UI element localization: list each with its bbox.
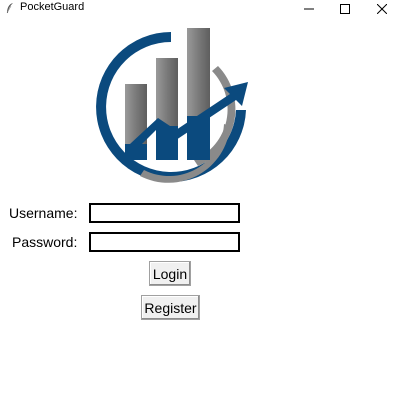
username-field[interactable] [89,203,240,223]
maximize-button[interactable] [327,0,363,18]
minimize-icon [304,8,314,10]
feather-icon [6,3,13,14]
password-label: Password: [12,234,78,250]
title-bar: PocketGuard [0,0,400,18]
register-button[interactable]: Register [141,295,200,320]
username-label: Username: [9,205,78,221]
close-button[interactable] [364,0,400,18]
minimize-button[interactable] [291,0,327,18]
window-title: PocketGuard [20,1,85,13]
bar-chart-growth-icon [96,28,248,183]
maximize-icon [340,4,350,14]
login-button[interactable]: Login [149,261,191,286]
password-field[interactable] [89,232,240,252]
close-icon [377,4,387,14]
